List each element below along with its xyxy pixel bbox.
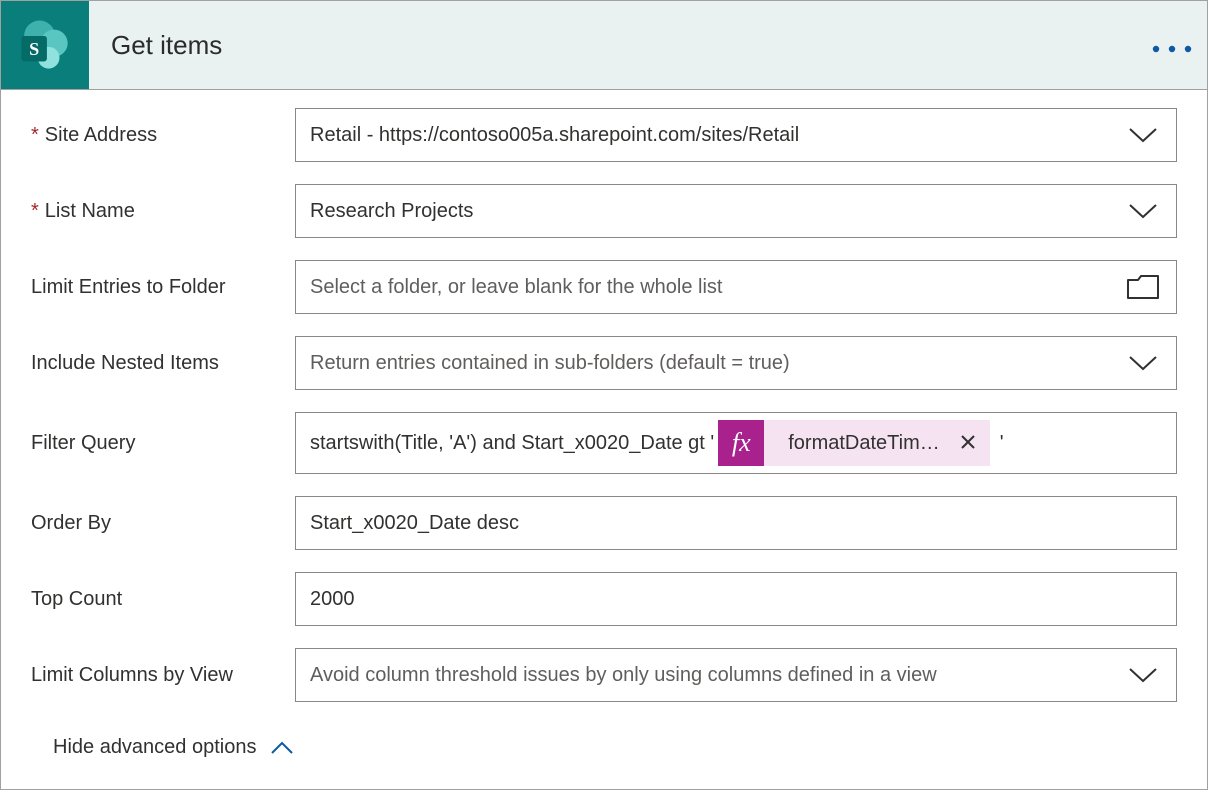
row-filter-query: Filter Query startswith(Title, 'A') and … [31,412,1177,474]
more-menu-button[interactable] [1137,28,1207,62]
required-indicator: * [31,200,39,223]
input-limit-folder[interactable]: Select a folder, or leave blank for the … [295,260,1177,314]
toggle-advanced-options[interactable]: Hide advanced options [31,724,1177,783]
expression-token-label: formatDateTim… [764,432,952,455]
label-site-address: * Site Address [31,124,295,147]
action-title[interactable]: Get items [89,30,1137,61]
token-remove-button[interactable] [952,430,990,456]
input-top-count[interactable]: 2000 [295,572,1177,626]
row-top-count: Top Count 2000 [31,572,1177,626]
row-limit-folder: Limit Entries to Folder Select a folder,… [31,260,1177,314]
label-top-count: Top Count [31,588,295,611]
chevron-down-icon[interactable] [1128,202,1158,220]
chevron-down-icon[interactable] [1128,666,1158,684]
label-include-nested: Include Nested Items [31,352,295,375]
expression-token[interactable]: fx formatDateTim… [718,420,990,466]
folder-picker-icon[interactable] [1126,274,1160,300]
input-include-nested[interactable]: Return entries contained in sub-folders … [295,336,1177,390]
row-site-address: * Site Address Retail - https://contoso0… [31,108,1177,162]
chevron-down-icon[interactable] [1128,126,1158,144]
row-order-by: Order By Start_x0020_Date desc [31,496,1177,550]
action-card: S Get items * Site Address Retail - http… [0,0,1208,790]
input-filter-query[interactable]: startswith(Title, 'A') and Start_x0020_D… [295,412,1177,474]
input-list-name[interactable]: Research Projects [295,184,1177,238]
input-site-address[interactable]: Retail - https://contoso005a.sharepoint.… [295,108,1177,162]
label-order-by: Order By [31,512,295,535]
row-list-name: * List Name Research Projects [31,184,1177,238]
chevron-up-icon [270,741,294,755]
card-header[interactable]: S Get items [1,1,1207,90]
card-body: * Site Address Retail - https://contoso0… [1,90,1207,789]
row-include-nested: Include Nested Items Return entries cont… [31,336,1177,390]
chevron-down-icon[interactable] [1128,354,1158,372]
fx-icon: fx [718,420,764,466]
required-indicator: * [31,124,39,147]
row-limit-columns: Limit Columns by View Avoid column thres… [31,648,1177,702]
label-limit-columns: Limit Columns by View [31,664,295,687]
svg-text:S: S [29,39,39,59]
input-order-by[interactable]: Start_x0020_Date desc [295,496,1177,550]
label-filter-query: Filter Query [31,432,295,455]
input-limit-columns[interactable]: Avoid column threshold issues by only us… [295,648,1177,702]
sharepoint-icon: S [1,1,89,89]
label-list-name: * List Name [31,200,295,223]
label-limit-folder: Limit Entries to Folder [31,276,295,299]
